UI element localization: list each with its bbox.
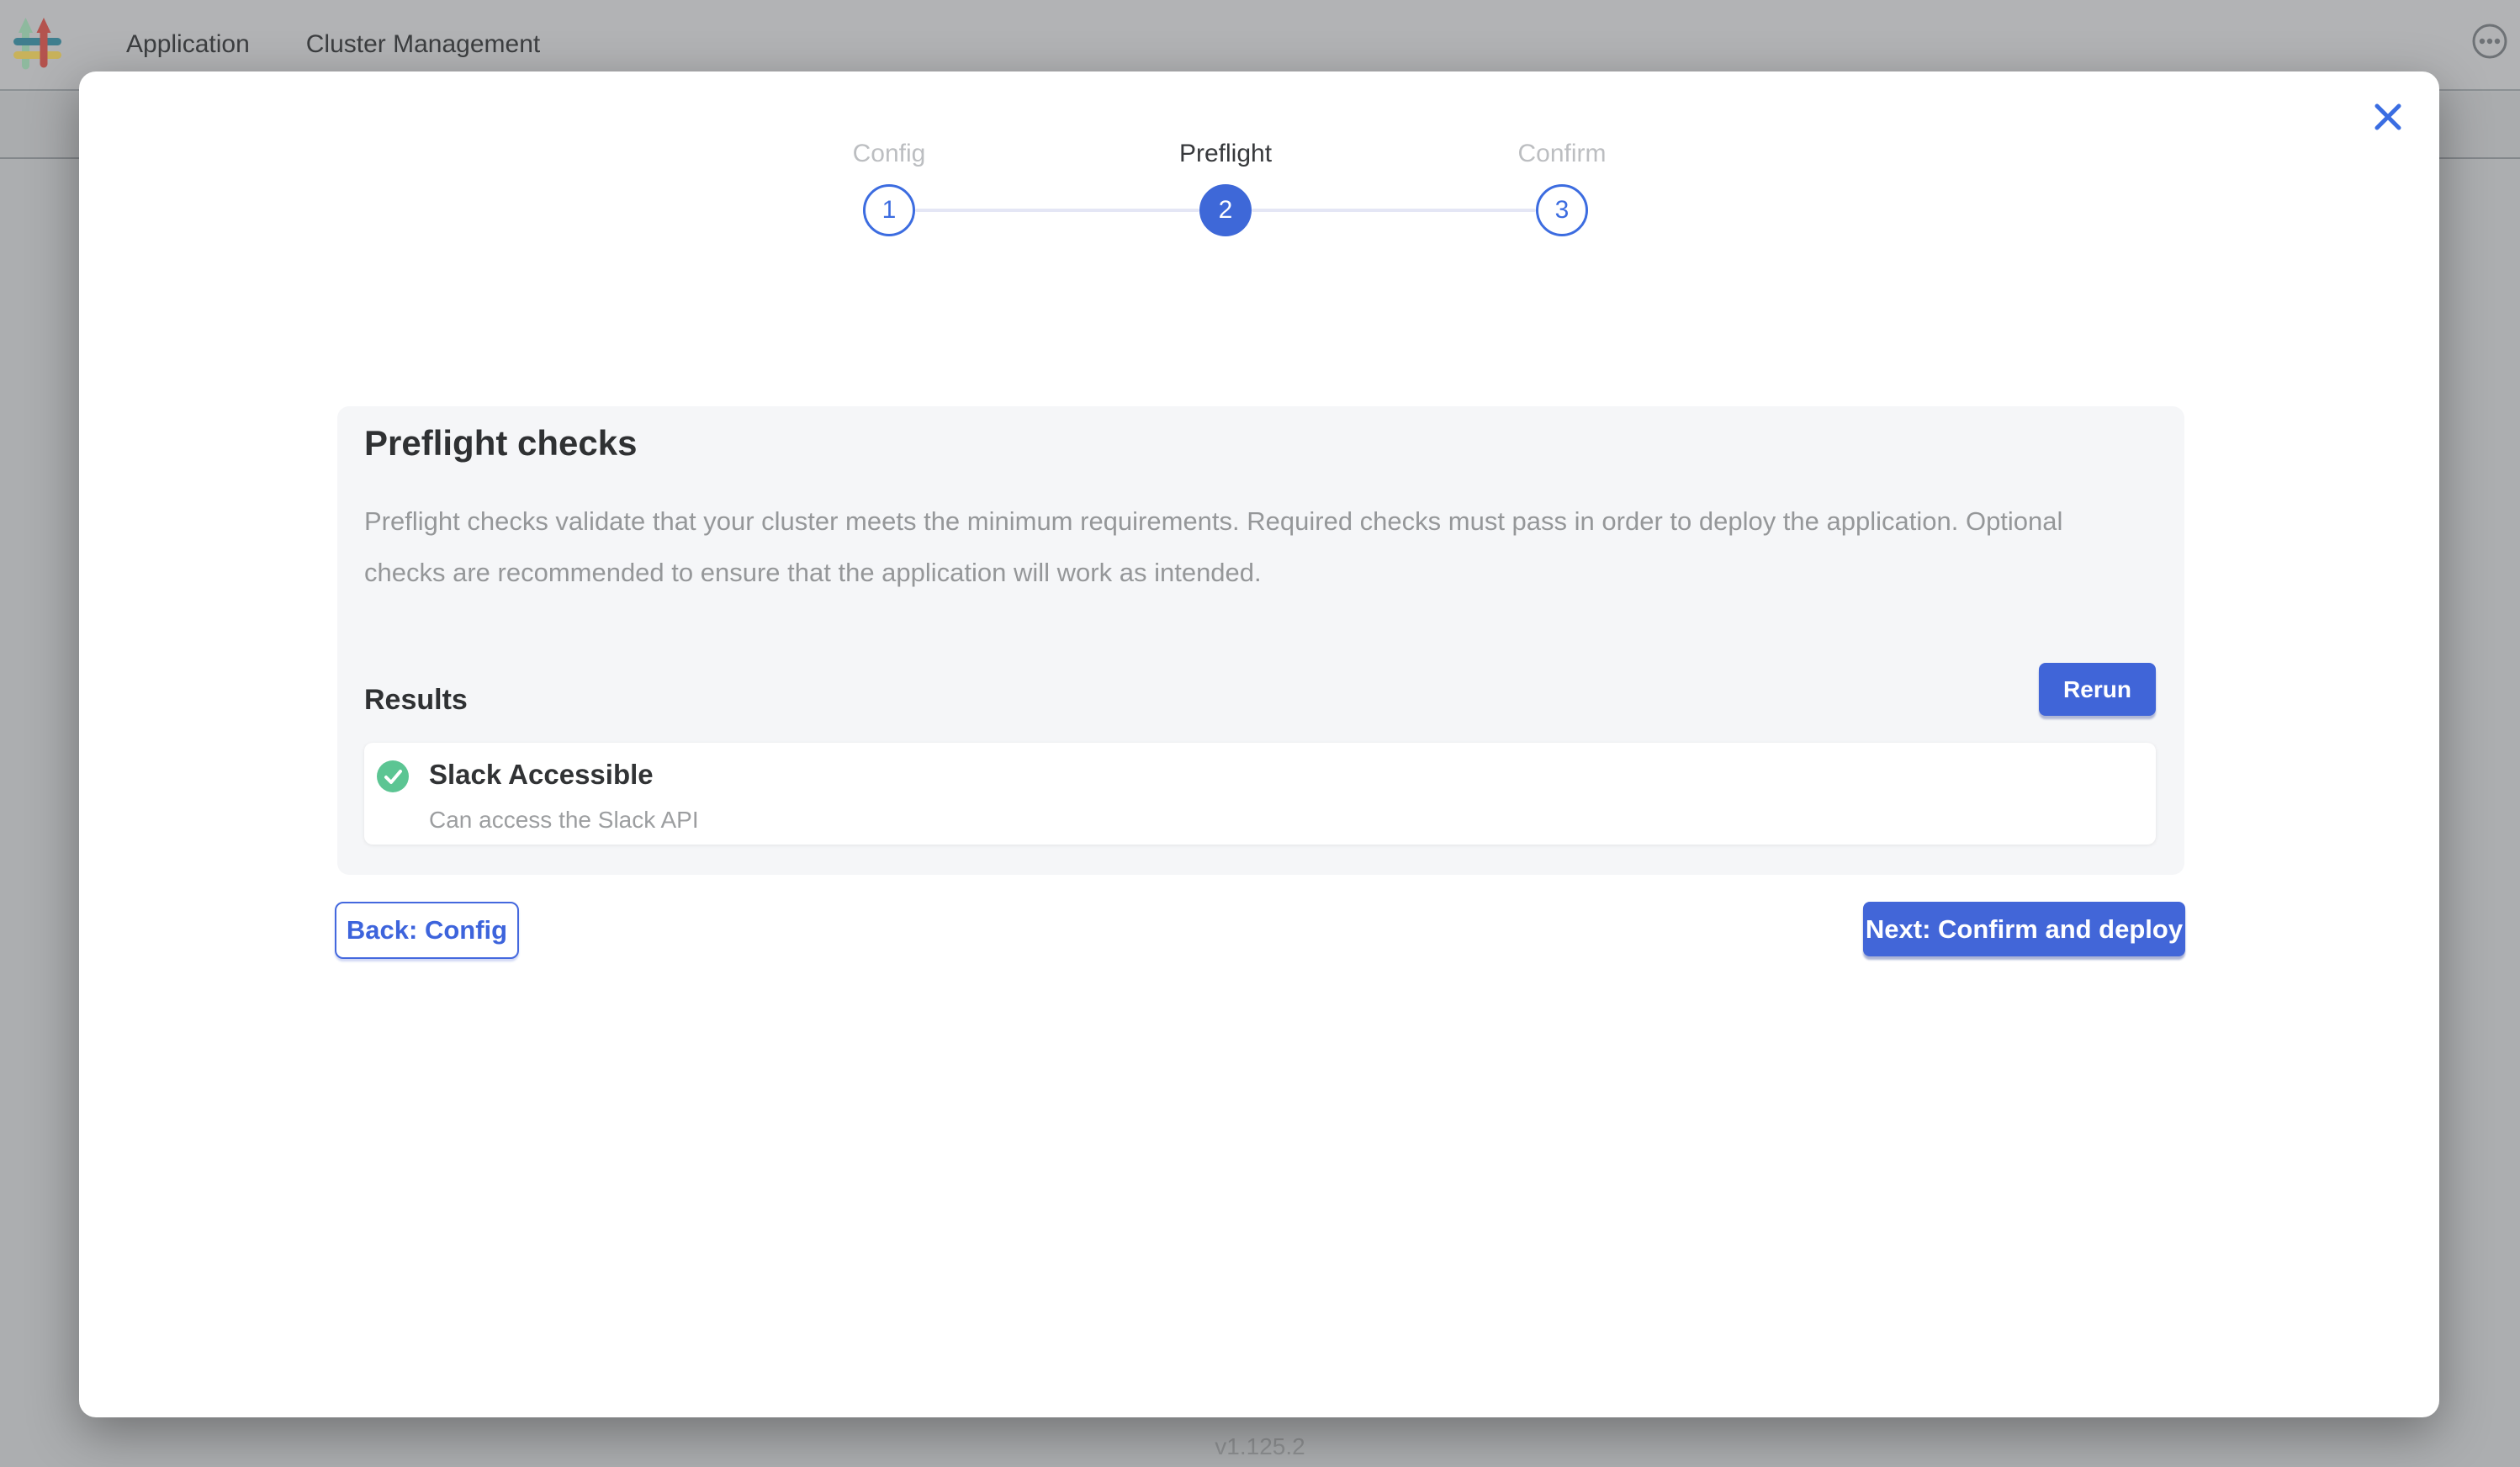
step-config-circle: 1: [863, 184, 915, 236]
next-confirm-deploy-button[interactable]: Next: Confirm and deploy: [1863, 902, 2185, 956]
overflow-menu-icon[interactable]: [2471, 23, 2508, 60]
panel-title: Preflight checks: [364, 423, 637, 463]
step-config[interactable]: Config 1: [863, 184, 915, 236]
app-logo-icon: [13, 17, 64, 72]
close-icon[interactable]: [2369, 98, 2406, 135]
app-version-label: v1.125.2: [0, 1433, 2520, 1460]
step-confirm[interactable]: Confirm 3: [1536, 184, 1588, 236]
preflight-modal: Config 1 Preflight 2 Confirm 3 Preflight…: [79, 71, 2439, 1417]
back-config-button[interactable]: Back: Config: [335, 902, 519, 959]
panel-description: Preflight checks validate that your clus…: [364, 495, 2105, 598]
check-detail: Can access the Slack API: [429, 807, 699, 834]
stepper-connector: [1252, 209, 1536, 212]
navbar-tabs: Application Cluster Management: [126, 30, 540, 59]
results-heading: Results: [364, 684, 468, 717]
check-circle-icon: [377, 760, 409, 792]
tab-application[interactable]: Application: [126, 30, 250, 59]
wizard-stepper: Config 1 Preflight 2 Confirm 3: [863, 184, 1588, 236]
check-title: Slack Accessible: [429, 759, 654, 791]
preflight-checks-panel: Preflight checks Preflight checks valida…: [337, 406, 2184, 875]
stepper-connector: [915, 209, 1199, 212]
step-preflight[interactable]: Preflight 2: [1199, 184, 1252, 236]
step-config-label: Config: [853, 140, 926, 168]
step-confirm-circle: 3: [1536, 184, 1588, 236]
rerun-button[interactable]: Rerun: [2039, 663, 2156, 716]
step-preflight-circle: 2: [1199, 184, 1252, 236]
preflight-result-item: Slack Accessible Can access the Slack AP…: [364, 743, 2156, 845]
step-confirm-label: Confirm: [1517, 140, 1606, 168]
step-preflight-label: Preflight: [1179, 140, 1272, 168]
tab-cluster-management[interactable]: Cluster Management: [306, 30, 540, 59]
